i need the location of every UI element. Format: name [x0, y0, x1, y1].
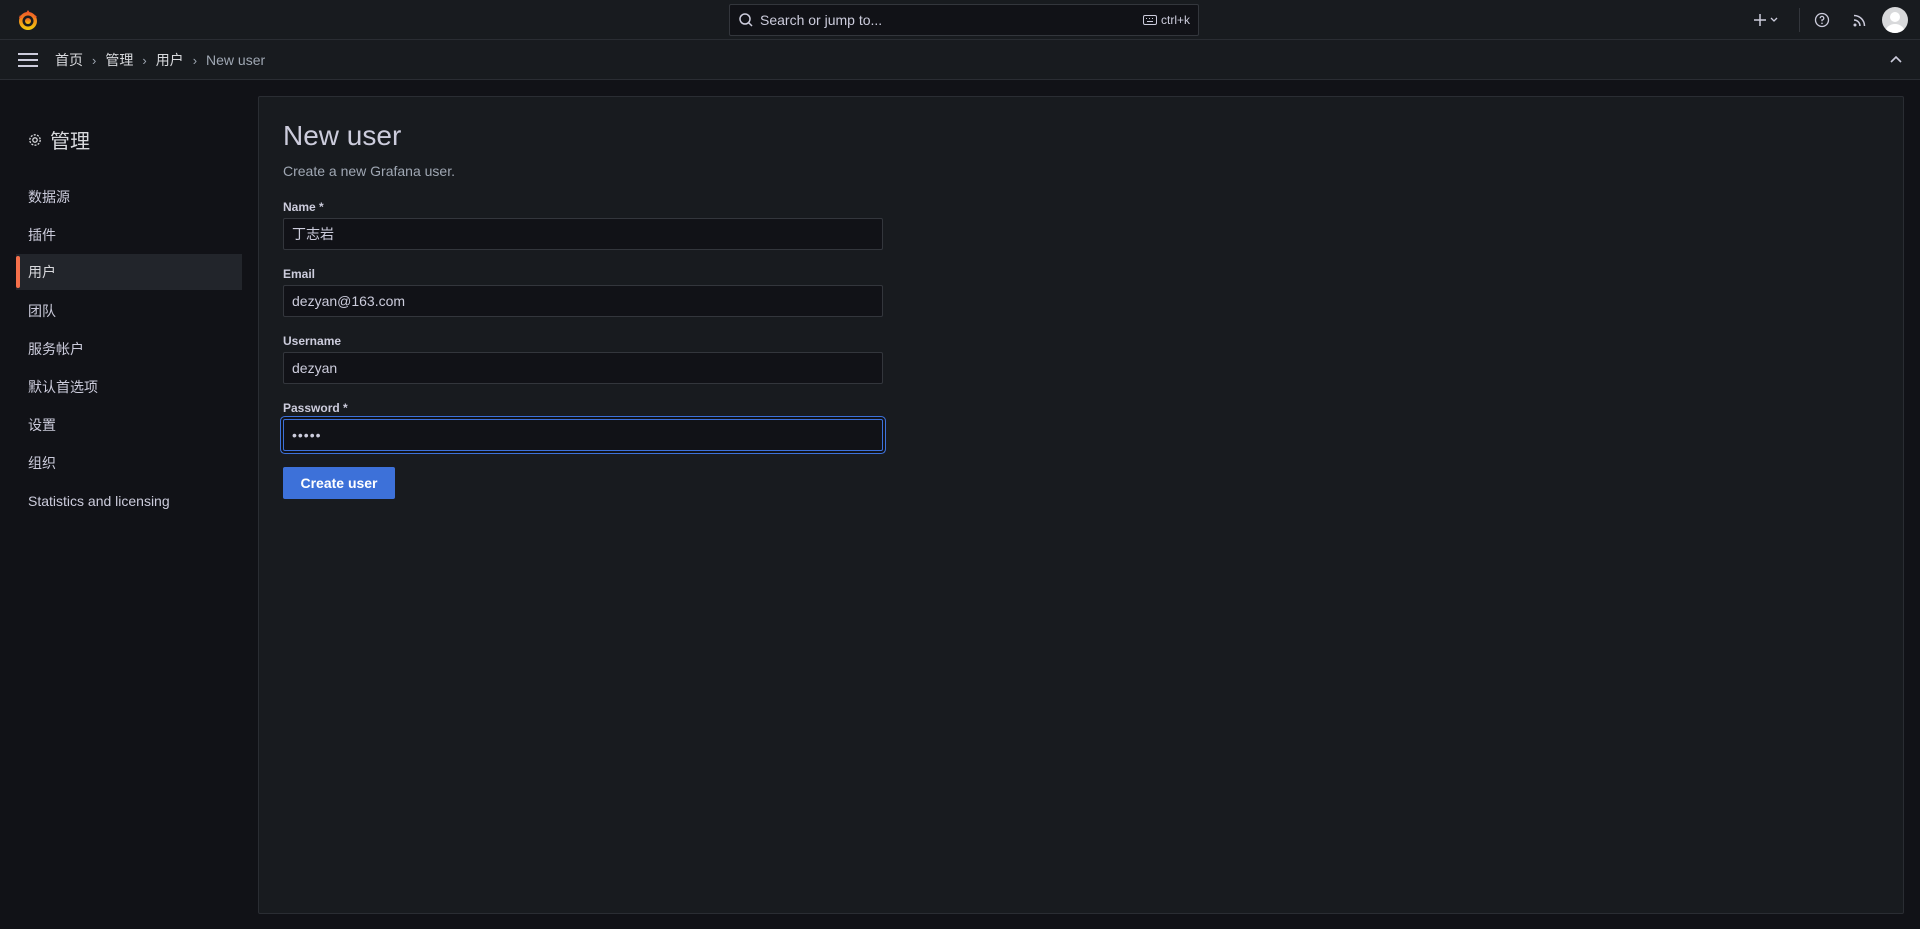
chevron-right-icon: ›	[192, 52, 198, 68]
avatar-icon	[1885, 12, 1905, 33]
new-menu-button[interactable]	[1747, 4, 1787, 36]
chevron-right-icon: ›	[142, 52, 147, 68]
chevron-right-icon: ›	[92, 52, 97, 68]
section-nav-sidebar: 管理 数据源 插件 用户 团队 服务帐户 默认首选项 设置 组织 Statist…	[0, 80, 258, 929]
breadcrumb-admin[interactable]: 管理	[105, 50, 133, 70]
breadcrumb-users[interactable]: 用户	[156, 50, 184, 70]
help-button[interactable]	[1806, 4, 1838, 36]
breadcrumb-home[interactable]: 首页	[55, 50, 83, 70]
chevron-up-icon	[1890, 55, 1902, 63]
password-label: Password *	[283, 401, 348, 415]
sidebar-item-users[interactable]: 用户	[16, 254, 242, 290]
name-label: Name *	[283, 200, 324, 214]
name-field[interactable]: 丁志岩	[283, 218, 883, 250]
sidebar-item-plugins[interactable]: 插件	[16, 217, 242, 253]
help-icon	[1814, 12, 1830, 28]
search-icon	[738, 12, 754, 28]
sidebar-item-default-preferences[interactable]: 默认首选项	[16, 369, 242, 405]
user-avatar[interactable]	[1882, 7, 1908, 33]
page-subtitle: Create a new Grafana user.	[283, 163, 455, 179]
keyboard-icon	[1142, 15, 1157, 25]
create-user-button[interactable]: Create user	[283, 467, 395, 499]
rss-icon	[1853, 14, 1866, 27]
page-title: New user	[283, 120, 402, 151]
username-value: dezyan	[292, 360, 338, 376]
news-button[interactable]	[1844, 4, 1876, 36]
section-title-label: 管理	[50, 131, 90, 153]
section-title: 管理	[28, 125, 90, 154]
hamburger-icon	[18, 53, 38, 67]
password-field[interactable]: •••••	[283, 419, 883, 451]
email-field[interactable]: dezyan@163.com	[283, 285, 883, 317]
sidebar-item-datasources[interactable]: 数据源	[16, 179, 242, 215]
breadcrumb: 首页 › 管理 › 用户 › New user	[55, 40, 265, 80]
name-value: 丁志岩	[292, 226, 334, 242]
search-bar[interactable]: Search or jump to... ctrl+k	[729, 4, 1199, 36]
grafana-logo-icon[interactable]	[16, 8, 40, 32]
breadcrumb-bar: 首页 › 管理 › 用户 › New user	[0, 40, 1920, 80]
sidebar-item-service-accounts[interactable]: 服务帐户	[16, 331, 242, 367]
password-value: •••••	[292, 427, 322, 443]
email-value: dezyan@163.com	[292, 293, 406, 309]
topbar-divider	[1799, 8, 1800, 32]
username-field[interactable]: dezyan	[283, 352, 883, 384]
sidebar-item-settings[interactable]: 设置	[16, 407, 242, 443]
gear-icon	[29, 133, 41, 146]
top-navbar: Search or jump to... ctrl+k	[0, 0, 1920, 40]
collapse-topbar-button[interactable]	[1888, 52, 1904, 68]
sidebar-item-orgs[interactable]: 组织	[16, 445, 242, 481]
shortcut-label: ctrl+k	[1160, 13, 1190, 27]
sidebar-item-statistics[interactable]: Statistics and licensing	[16, 483, 242, 519]
menu-toggle-button[interactable]	[16, 48, 40, 72]
email-label: Email	[283, 267, 316, 281]
sidebar-item-teams[interactable]: 团队	[16, 293, 242, 329]
search-placeholder: Search or jump to...	[760, 12, 883, 28]
main-panel: New user Create a new Grafana user. Name…	[258, 96, 1904, 914]
plus-icon	[1754, 14, 1778, 26]
search-shortcut: ctrl+k	[1142, 13, 1190, 27]
username-label: Username	[283, 334, 342, 348]
breadcrumb-current: New user	[206, 52, 266, 68]
topbar-actions	[1747, 0, 1920, 40]
